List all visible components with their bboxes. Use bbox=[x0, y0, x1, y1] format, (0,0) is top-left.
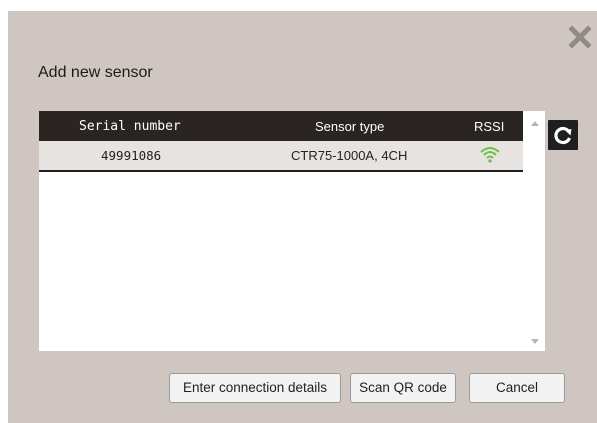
column-header-type[interactable]: Sensor type bbox=[315, 119, 384, 134]
table-scrollbar[interactable] bbox=[523, 111, 545, 351]
column-header-serial[interactable]: Serial number bbox=[79, 119, 181, 134]
scroll-down-arrow-icon[interactable] bbox=[531, 339, 539, 344]
cell-sensor-type: CTR75-1000A, 4CH bbox=[291, 148, 408, 163]
table-header: Serial number Sensor type RSSI bbox=[39, 111, 523, 141]
refresh-button[interactable] bbox=[548, 120, 578, 150]
cell-serial: 49991086 bbox=[101, 148, 162, 163]
close-button[interactable] bbox=[568, 25, 592, 49]
scroll-up-arrow-icon[interactable] bbox=[531, 121, 539, 126]
wifi-signal-icon bbox=[479, 145, 501, 165]
close-icon bbox=[568, 25, 592, 49]
table-row[interactable]: 49991086 CTR75-1000A, 4CH bbox=[39, 141, 523, 172]
refresh-icon bbox=[554, 126, 572, 145]
dialog-title: Add new sensor bbox=[38, 64, 153, 81]
sensor-table: Serial number Sensor type RSSI 49991086 … bbox=[39, 111, 523, 351]
add-sensor-dialog: Add new sensor Serial number Sensor type… bbox=[8, 11, 597, 423]
enter-connection-details-button[interactable]: Enter connection details bbox=[169, 373, 341, 403]
cancel-button[interactable]: Cancel bbox=[469, 373, 565, 403]
column-header-rssi[interactable]: RSSI bbox=[474, 119, 504, 134]
scan-qr-code-button[interactable]: Scan QR code bbox=[350, 373, 456, 403]
